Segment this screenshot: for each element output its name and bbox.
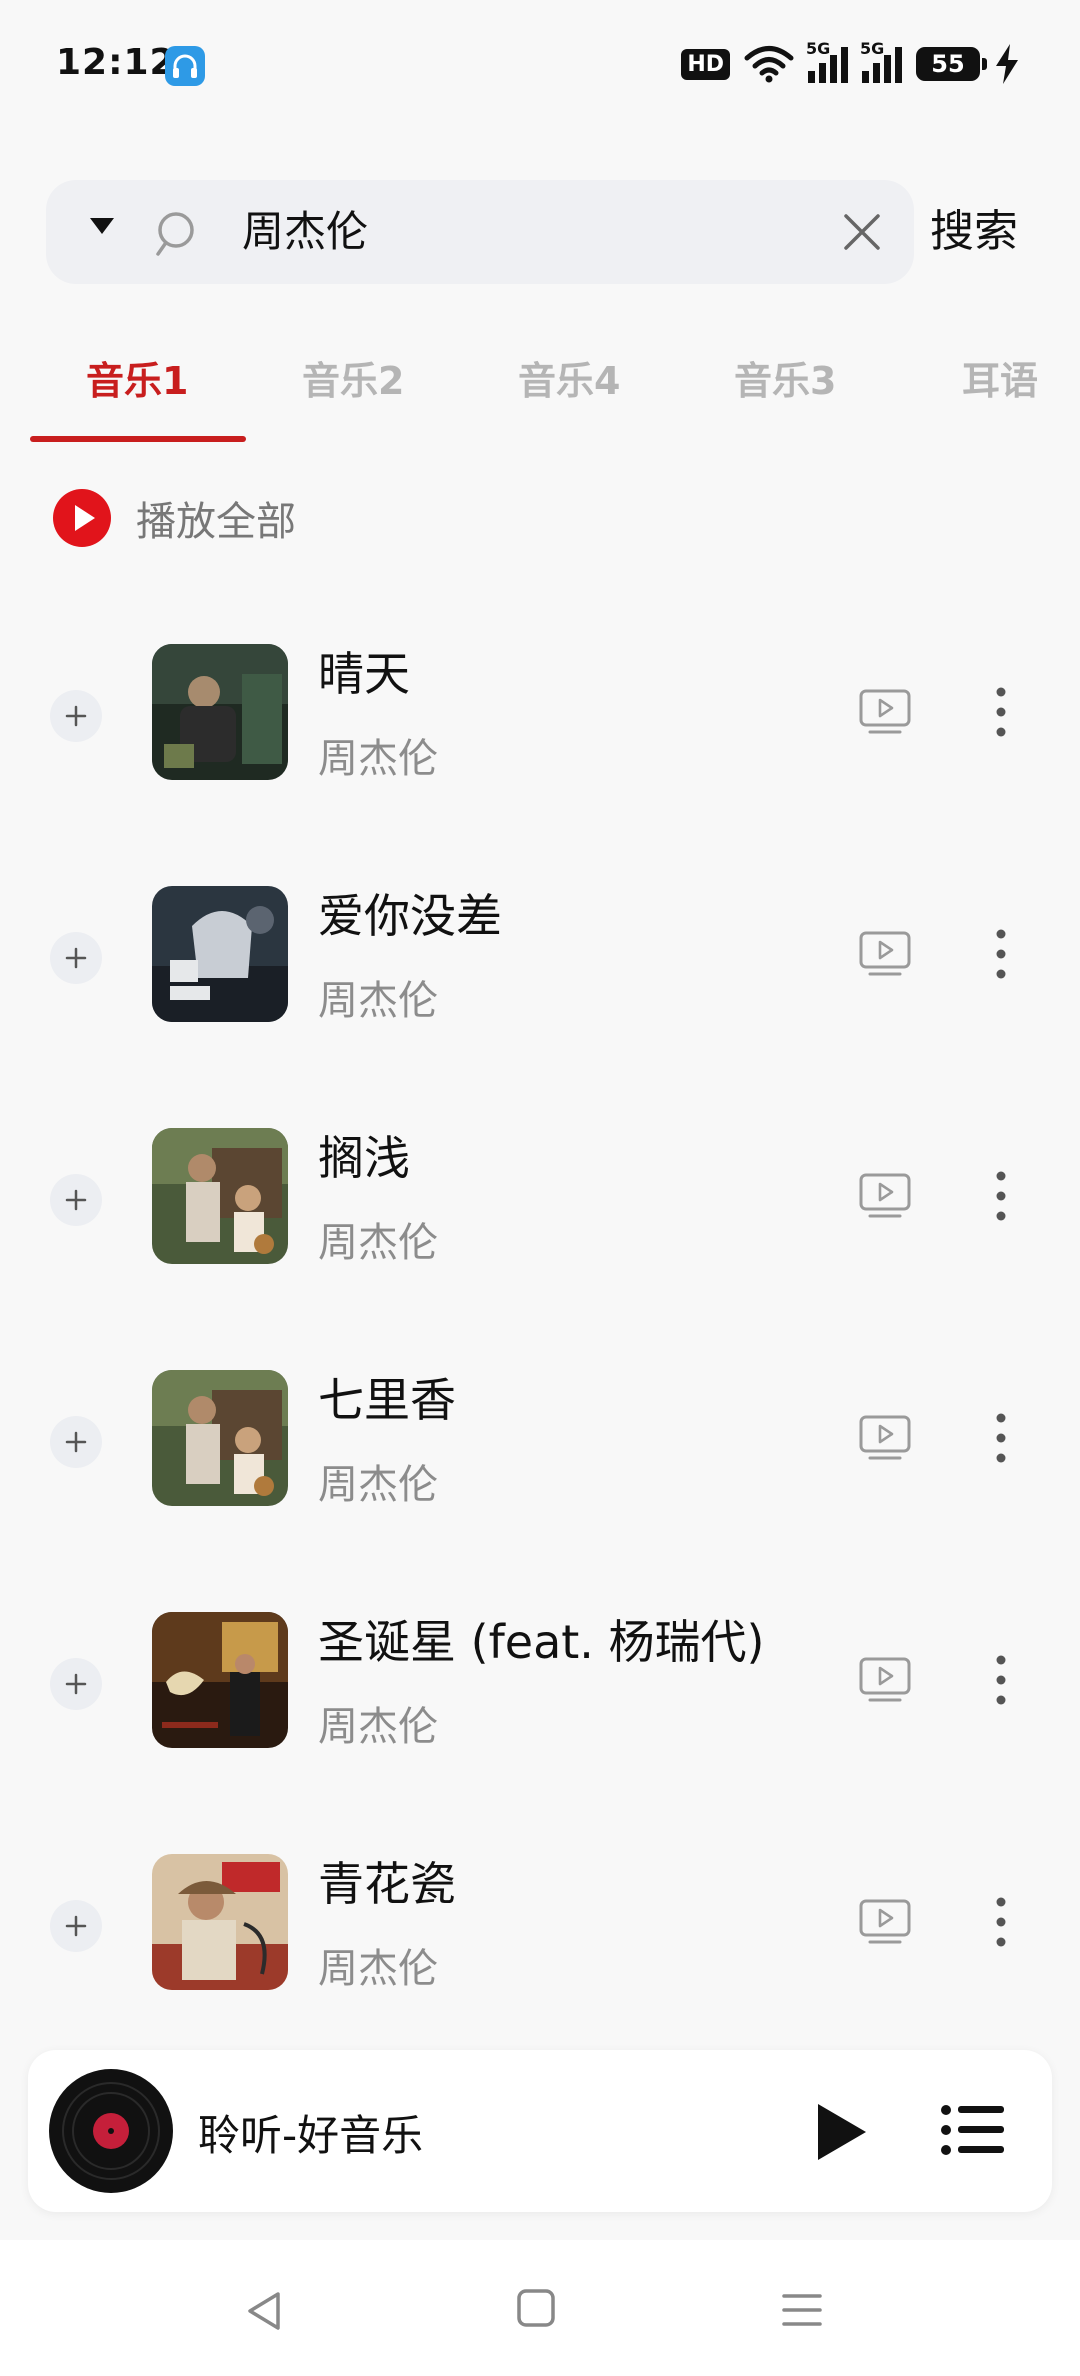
menu-icon[interactable] [780, 2290, 824, 2330]
song-row[interactable]: 搁浅 周杰伦 [0, 1074, 1080, 1316]
mv-icon[interactable] [858, 1898, 912, 1946]
search-dropdown-icon[interactable] [90, 218, 114, 234]
mv-icon[interactable] [858, 1414, 912, 1462]
now-playing-title: 聆听-好音乐 [198, 2111, 424, 2160]
headphones-app-icon [165, 46, 205, 86]
signal-icon-2: 5G [860, 39, 902, 83]
back-icon[interactable] [242, 2288, 288, 2334]
status-indicators: HD 5G 5G 55 [681, 39, 1020, 88]
tab-music-2[interactable]: 音乐2 [302, 350, 404, 405]
album-cover [152, 1854, 288, 1990]
status-bar: 12:12 HD 5G 5G 55 [0, 0, 1080, 130]
song-row[interactable]: 晴天 周杰伦 [0, 590, 1080, 832]
add-icon[interactable] [50, 1658, 102, 1710]
play-all-button[interactable]: 播放全部 [52, 488, 296, 548]
mv-icon[interactable] [858, 1172, 912, 1220]
song-row[interactable]: 爱你没差 周杰伦 [0, 832, 1080, 1074]
add-icon[interactable] [50, 690, 102, 742]
battery-icon: 55 [916, 47, 987, 81]
more-icon[interactable] [986, 1892, 1016, 1952]
album-cover [152, 644, 288, 780]
tab-whisper[interactable]: 耳语 [962, 350, 1038, 405]
song-artist: 周杰伦 [318, 1462, 438, 1508]
search-input[interactable]: 周杰伦 [242, 204, 368, 260]
tab-music-4[interactable]: 音乐4 [518, 350, 620, 405]
vinyl-record-icon[interactable] [48, 2068, 174, 2194]
system-nav-bar [0, 2240, 1080, 2376]
home-icon[interactable] [516, 2288, 556, 2328]
add-icon[interactable] [50, 1416, 102, 1468]
source-tabs: 音乐1 音乐2 音乐4 音乐3 耳语 [0, 330, 1080, 442]
album-cover [152, 886, 288, 1022]
song-artist: 周杰伦 [318, 978, 438, 1024]
song-title: 爱你没差 [318, 889, 502, 943]
add-icon[interactable] [50, 1900, 102, 1952]
hd-badge: HD [681, 48, 730, 80]
mv-icon[interactable] [858, 688, 912, 736]
album-cover [152, 1128, 288, 1264]
more-icon[interactable] [986, 682, 1016, 742]
song-title: 晴天 [318, 647, 410, 701]
playlist-icon[interactable] [940, 2102, 1004, 2158]
song-row[interactable]: 圣诞星 (feat. 杨瑞代) 周杰伦 [0, 1558, 1080, 1800]
battery-level: 55 [931, 50, 965, 78]
clear-icon[interactable] [840, 210, 884, 254]
charging-icon [996, 44, 1018, 84]
more-icon[interactable] [986, 924, 1016, 984]
play-all-label: 播放全部 [136, 499, 296, 545]
tab-music-1[interactable]: 音乐1 [86, 350, 188, 405]
play-circle-icon [53, 489, 111, 547]
more-icon[interactable] [986, 1650, 1016, 1710]
more-icon[interactable] [986, 1408, 1016, 1468]
song-title: 圣诞星 (feat. 杨瑞代) [318, 1615, 765, 1669]
song-row[interactable]: 七里香 周杰伦 [0, 1316, 1080, 1558]
signal-icon-1: 5G [806, 39, 848, 83]
search-icon [156, 212, 194, 256]
play-icon[interactable] [810, 2100, 870, 2164]
mini-player[interactable]: 聆听-好音乐 [28, 2050, 1052, 2212]
more-icon[interactable] [986, 1166, 1016, 1226]
status-time: 12:12 [56, 42, 176, 83]
song-artist: 周杰伦 [318, 1704, 438, 1750]
album-cover [152, 1612, 288, 1748]
mv-icon[interactable] [858, 930, 912, 978]
add-icon[interactable] [50, 1174, 102, 1226]
song-artist: 周杰伦 [318, 1220, 438, 1266]
song-artist: 周杰伦 [318, 1946, 438, 1992]
add-icon[interactable] [50, 932, 102, 984]
song-row[interactable]: 青花瓷 周杰伦 [0, 1800, 1080, 2042]
song-title: 搁浅 [318, 1131, 410, 1185]
song-title: 七里香 [318, 1373, 456, 1427]
tab-music-3[interactable]: 音乐3 [734, 350, 836, 405]
search-bar[interactable]: 周杰伦 [46, 180, 914, 284]
mv-icon[interactable] [858, 1656, 912, 1704]
album-cover [152, 1370, 288, 1506]
song-title: 青花瓷 [318, 1857, 456, 1911]
wifi-icon [744, 46, 794, 83]
tab-indicator [30, 436, 246, 442]
search-button[interactable]: 搜索 [930, 202, 1018, 262]
song-artist: 周杰伦 [318, 736, 438, 782]
